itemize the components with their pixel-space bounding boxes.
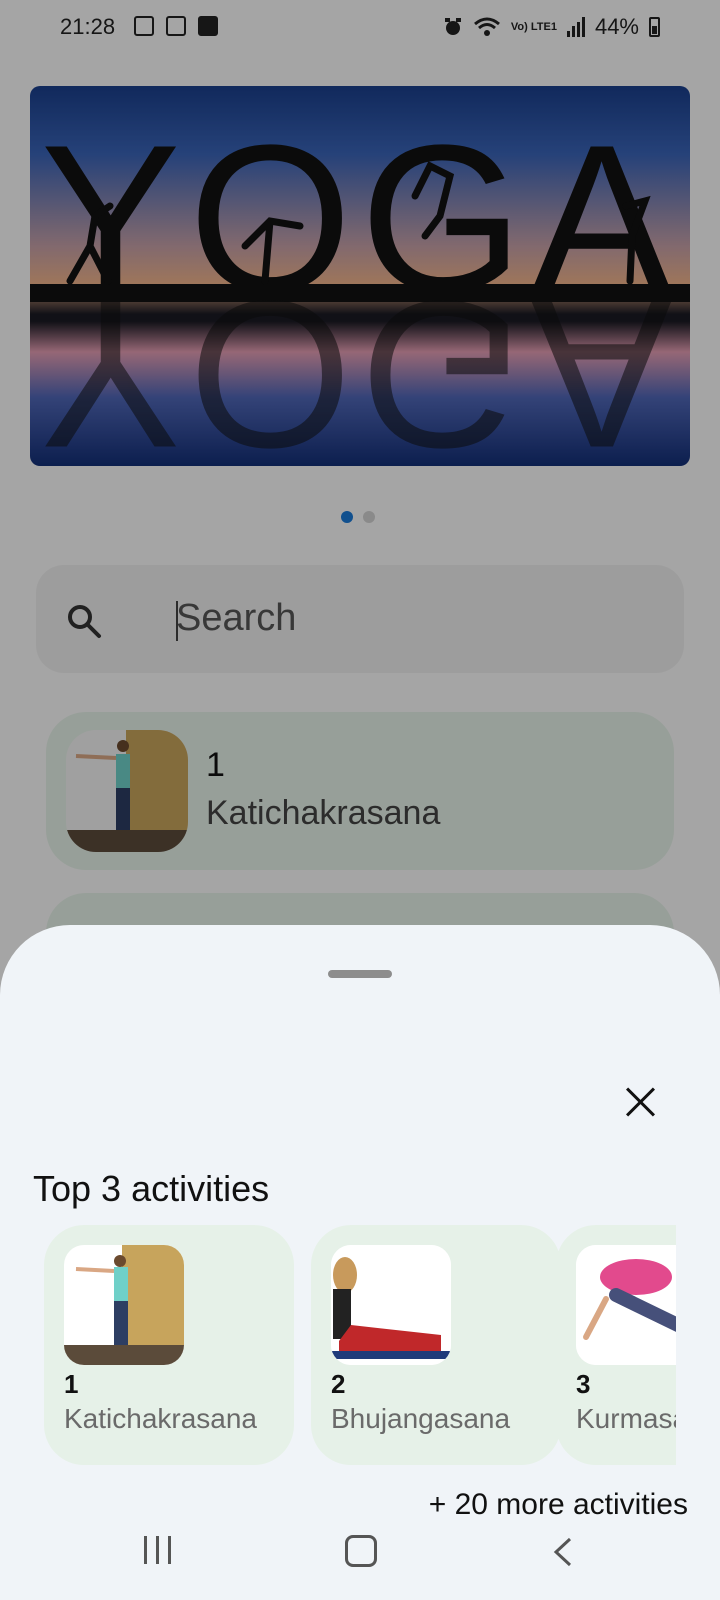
back-icon[interactable] xyxy=(552,1537,574,1567)
activity-image xyxy=(576,1245,676,1365)
activity-number: 1 xyxy=(64,1369,79,1399)
activity-card[interactable]: 1 Katichakrasana xyxy=(44,1225,294,1465)
more-activities-link[interactable]: + 20 more activities xyxy=(429,1488,688,1522)
activity-number: 2 xyxy=(331,1369,346,1399)
activity-card[interactable]: 2 Bhujangasana xyxy=(311,1225,561,1465)
activity-image xyxy=(64,1245,184,1365)
recent-apps-icon[interactable] xyxy=(144,1536,171,1564)
activity-name: Katichakrasana xyxy=(64,1403,258,1434)
activity-card[interactable]: 3 Kurmasana xyxy=(556,1225,676,1465)
app-screen: 21:28 Vo) LTE1 44% YOGA YOGA Search 1 Ka… xyxy=(0,0,720,1600)
activity-image xyxy=(331,1245,451,1365)
activity-name: Kurmasana xyxy=(576,1403,676,1434)
activities-carousel[interactable]: 1 Katichakrasana 2 Bhujangasana 3 Kurmas xyxy=(44,1225,676,1465)
activity-number: 3 xyxy=(576,1369,591,1399)
close-icon[interactable] xyxy=(626,1087,656,1117)
navigation-bar xyxy=(0,1525,720,1600)
sheet-title: Top 3 activities xyxy=(33,1168,270,1209)
sheet-drag-handle[interactable] xyxy=(328,970,392,978)
activity-name: Bhujangasana xyxy=(331,1403,511,1434)
home-icon[interactable] xyxy=(345,1535,377,1567)
